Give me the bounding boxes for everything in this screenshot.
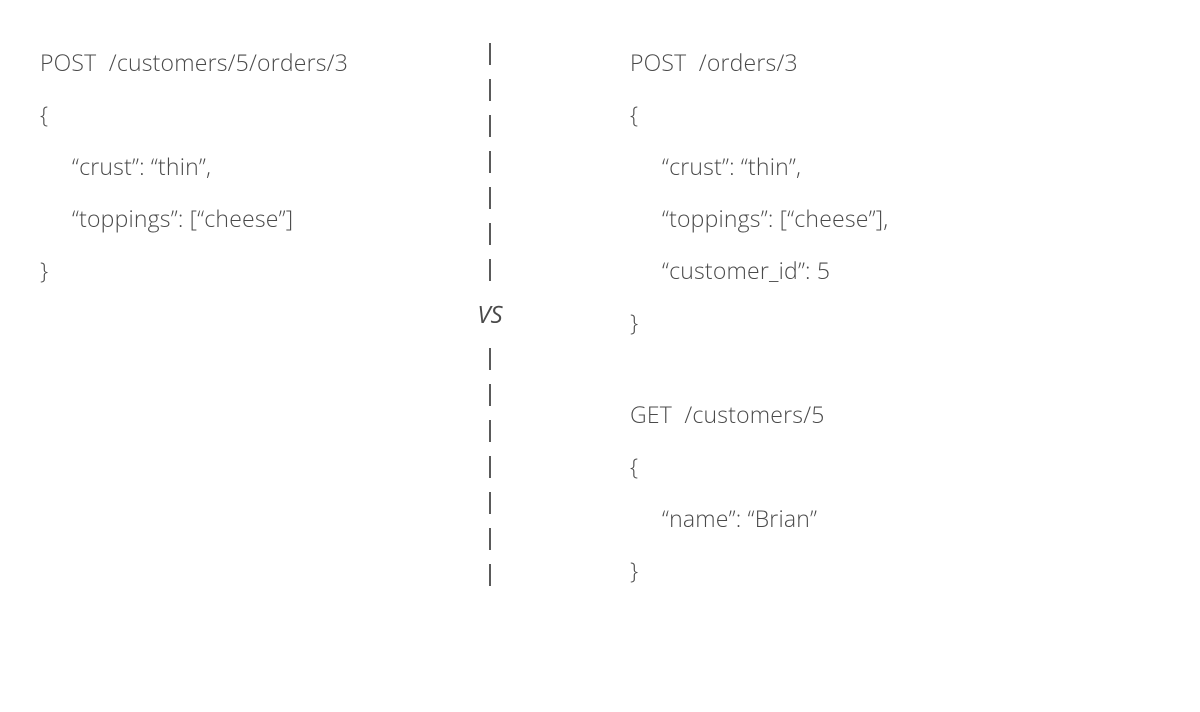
code-line: “customer_id”: 5 (630, 244, 1170, 296)
code-line: “toppings”: [“cheese”] (40, 192, 410, 244)
dash-icon (489, 420, 491, 442)
code-line: “toppings”: [“cheese”], (630, 192, 1170, 244)
code-line: POST /customers/5/orders/3 (40, 36, 410, 88)
dash-icon (489, 187, 491, 209)
dash-icon (489, 456, 491, 478)
code-line: } (630, 544, 1170, 596)
vs-label: VS (477, 298, 502, 331)
dash-icon (489, 79, 491, 101)
dash-icon (489, 223, 491, 245)
right-column: POST /orders/3 { “crust”: “thin”, “toppi… (550, 36, 1190, 626)
dash-icon (489, 115, 491, 137)
left-request-block: POST /customers/5/orders/3 { “crust”: “t… (40, 36, 410, 296)
left-column: POST /customers/5/orders/3 { “crust”: “t… (0, 36, 430, 326)
dash-icon (489, 348, 491, 370)
code-line: POST /orders/3 (630, 36, 1170, 88)
code-line: { (630, 440, 1170, 492)
dash-icon (489, 259, 491, 281)
code-line: { (630, 88, 1170, 140)
divider-dashes-top (489, 36, 491, 288)
code-line: } (630, 296, 1170, 348)
code-line: “crust”: “thin”, (630, 140, 1170, 192)
dash-icon (489, 43, 491, 65)
code-line: “crust”: “thin”, (40, 140, 410, 192)
comparison-container: POST /customers/5/orders/3 { “crust”: “t… (0, 0, 1200, 712)
code-line: { (40, 88, 410, 140)
right-request-2-block: GET /customers/5 { “name”: “Brian” } (630, 388, 1170, 596)
code-line: GET /customers/5 (630, 388, 1170, 440)
divider-dashes-bottom (489, 341, 491, 593)
divider: VS (430, 36, 550, 676)
dash-icon (489, 384, 491, 406)
dash-icon (489, 528, 491, 550)
code-line: } (40, 244, 410, 296)
code-line: “name”: “Brian” (630, 492, 1170, 544)
dash-icon (489, 564, 491, 586)
dash-icon (489, 492, 491, 514)
dash-icon (489, 151, 491, 173)
right-request-1-block: POST /orders/3 { “crust”: “thin”, “toppi… (630, 36, 1170, 348)
